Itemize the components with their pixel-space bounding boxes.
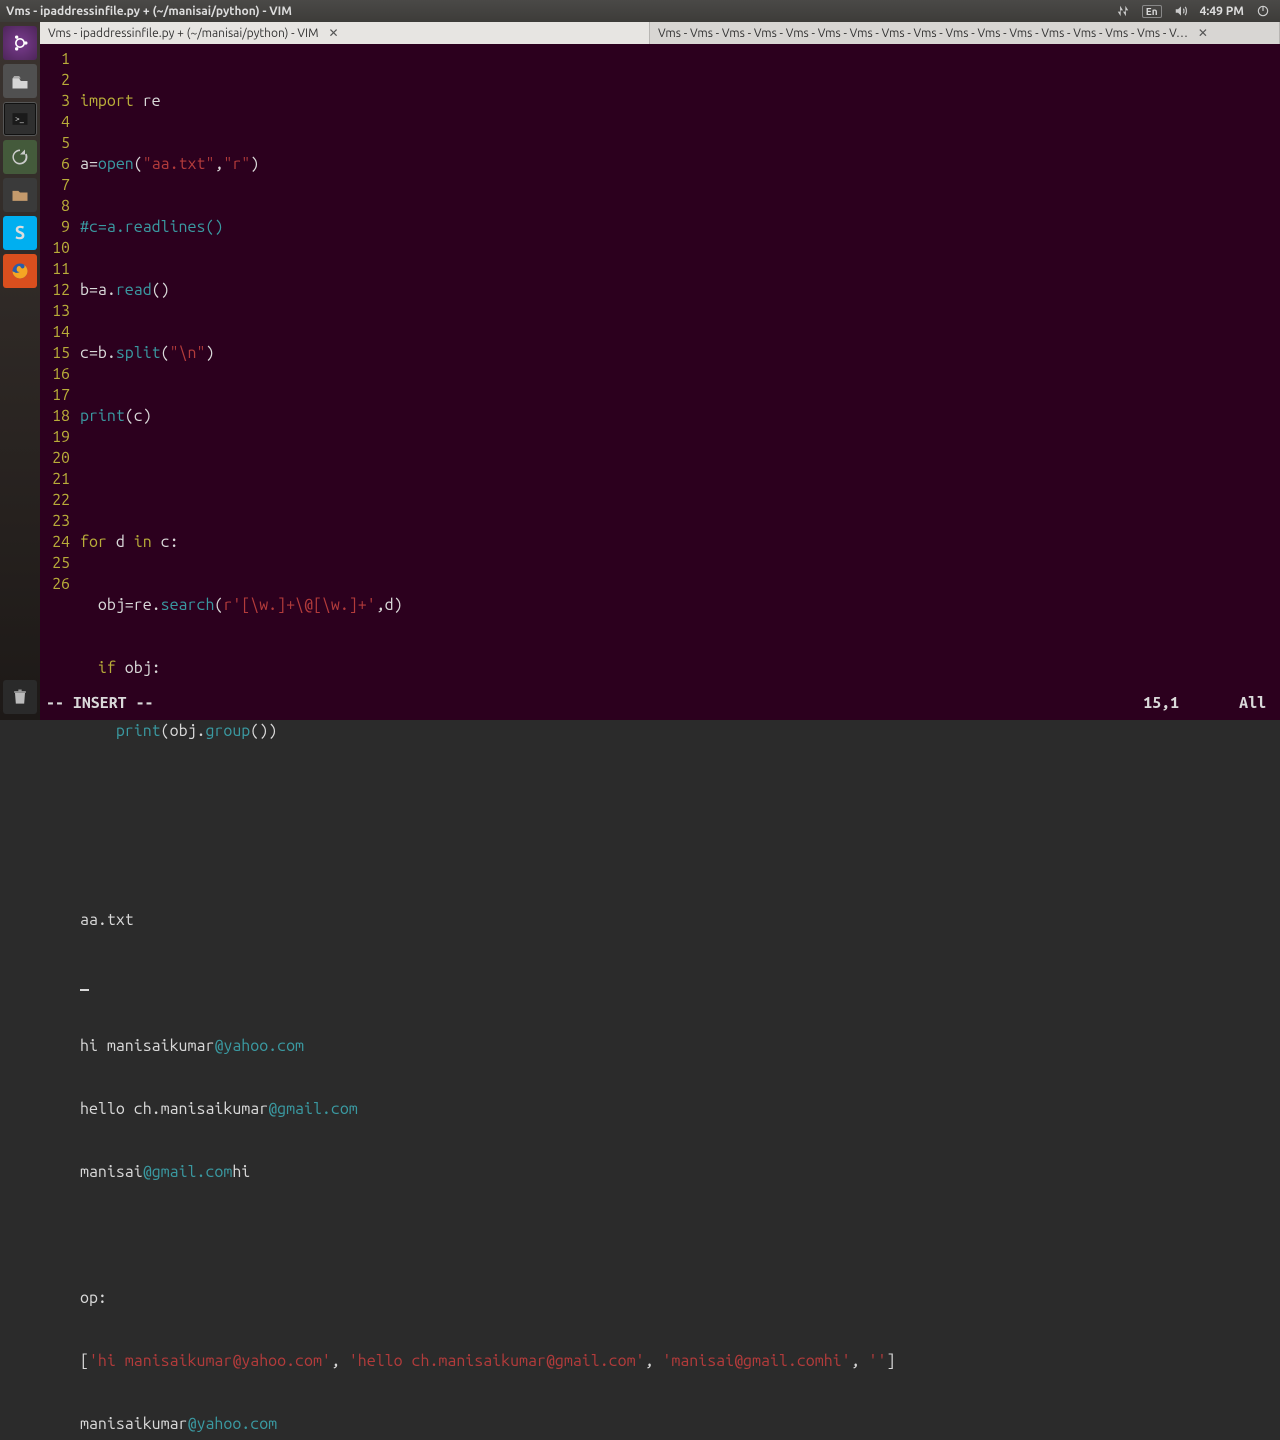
network-icon[interactable] (1116, 4, 1130, 18)
window-title: Vms - ipaddressinfile.py + (~/manisai/py… (0, 5, 292, 18)
code-line: manisaikumar@yahoo.com (80, 1414, 1280, 1435)
code-line (80, 847, 1280, 868)
tab-title: Vms - ipaddressinfile.py + (~/manisai/py… (48, 27, 319, 40)
code-line: #c=a.readlines() (80, 217, 1280, 238)
code-line: hello ch.manisaikumar@gmail.com (80, 1099, 1280, 1120)
code-line: op: (80, 1288, 1280, 1309)
tab-title: Vms - Vms - Vms - Vms - Vms - Vms - Vms … (658, 27, 1188, 40)
code-line (80, 469, 1280, 490)
svg-text:>_: >_ (15, 114, 25, 124)
code-line (80, 973, 1280, 994)
code-line (80, 1225, 1280, 1246)
close-icon[interactable]: ✕ (329, 26, 339, 40)
code-line: ['hi manisaikumar@yahoo.com', 'hello ch.… (80, 1351, 1280, 1372)
firefox-icon[interactable] (3, 254, 37, 288)
status-line: -- INSERT -- 15,1 All (40, 693, 1280, 714)
scroll-percent: All (1239, 693, 1280, 714)
folder-icon[interactable] (3, 178, 37, 212)
skype-icon[interactable]: S (3, 216, 37, 250)
session-icon[interactable] (1256, 4, 1270, 18)
code-line: if obj: (80, 658, 1280, 679)
code-line: obj=re.search(r'[\w.]+\@[\w.]+',d) (80, 595, 1280, 616)
close-icon[interactable]: ✕ (1198, 26, 1208, 40)
files-icon[interactable] (3, 64, 37, 98)
code-line: for d in c: (80, 532, 1280, 553)
terminal-icon[interactable]: >_ (3, 102, 37, 136)
code-line: print(obj.group()) (80, 721, 1280, 742)
keyboard-indicator[interactable]: En (1142, 5, 1162, 18)
vim-editor[interactable]: 1234567891011121314151617181920212223242… (40, 44, 1280, 720)
code-line: c=b.split("\n") (80, 343, 1280, 364)
code-line: import re (80, 91, 1280, 112)
code-line (80, 784, 1280, 805)
tab-second[interactable]: Vms - Vms - Vms - Vms - Vms - Vms - Vms … (650, 22, 1280, 44)
code-line: print(c) (80, 406, 1280, 427)
clock[interactable]: 4:49 PM (1200, 5, 1244, 18)
trash-icon[interactable] (3, 680, 37, 714)
update-icon[interactable] (3, 140, 37, 174)
code-line: manisai@gmail.comhi (80, 1162, 1280, 1183)
vim-mode: -- INSERT -- (40, 693, 154, 714)
volume-icon[interactable] (1174, 4, 1188, 18)
dash-icon[interactable] (3, 26, 37, 60)
top-panel: Vms - ipaddressinfile.py + (~/manisai/py… (0, 0, 1280, 22)
unity-launcher: >_ S (0, 22, 40, 720)
tab-active[interactable]: Vms - ipaddressinfile.py + (~/manisai/py… (40, 22, 650, 44)
code-line: b=a.read() (80, 280, 1280, 301)
code-area[interactable]: import re a=open("aa.txt","r") #c=a.read… (80, 49, 1280, 1440)
system-tray: En 4:49 PM (1116, 4, 1280, 18)
line-number-gutter: 1234567891011121314151617181920212223242… (40, 49, 76, 595)
code-line: aa.txt (80, 910, 1280, 931)
cursor (80, 989, 89, 991)
cursor-position: 15,1 (1143, 693, 1239, 714)
tab-bar: Vms - ipaddressinfile.py + (~/manisai/py… (40, 22, 1280, 44)
code-line: hi manisaikumar@yahoo.com (80, 1036, 1280, 1057)
code-line: a=open("aa.txt","r") (80, 154, 1280, 175)
